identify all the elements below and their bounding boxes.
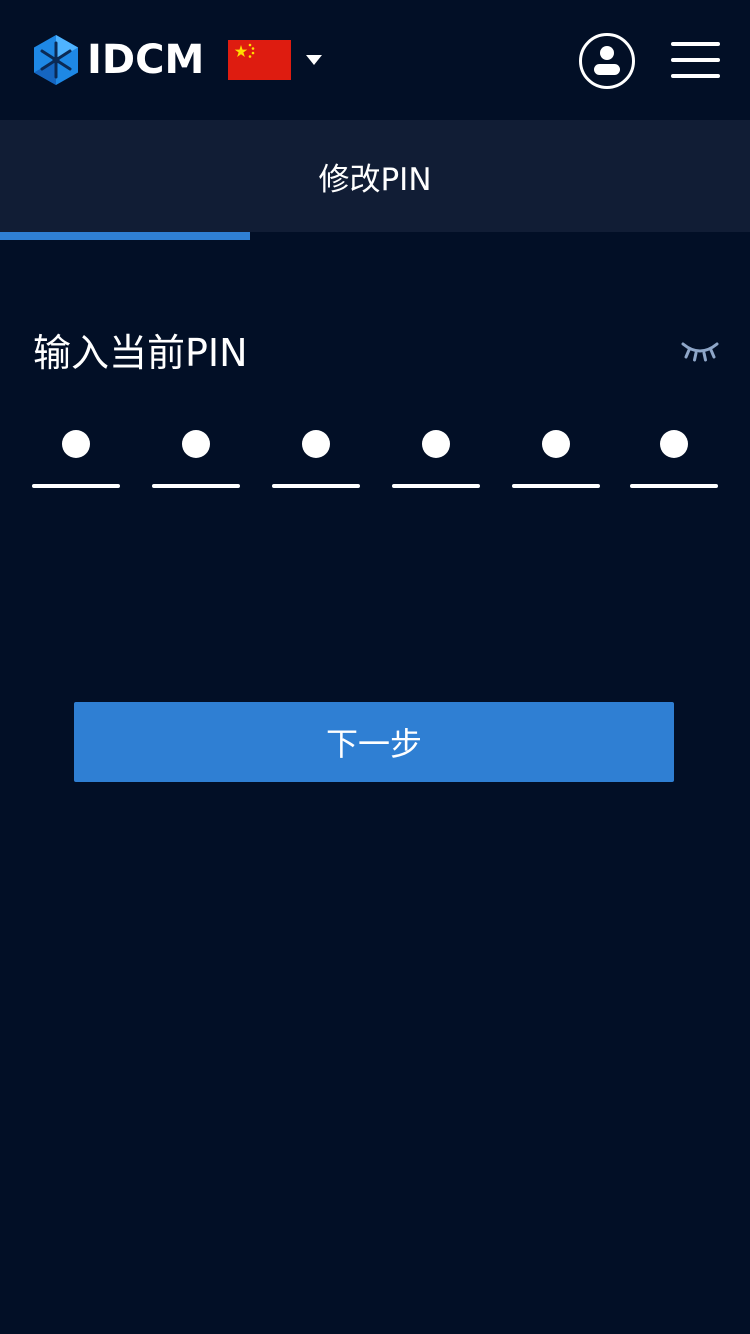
pin-input-group	[0, 420, 750, 500]
pin-underline	[512, 484, 600, 488]
pin-input-label: 输入当前PIN	[33, 331, 248, 375]
pin-digit-4[interactable]	[392, 420, 480, 490]
hamburger-menu-icon	[671, 42, 720, 46]
pin-dot	[62, 430, 90, 458]
hamburger-menu-icon-line	[671, 74, 720, 78]
pin-digit-2[interactable]	[152, 420, 240, 490]
caret-down-icon	[306, 55, 322, 65]
pin-underline	[152, 484, 240, 488]
pin-digit-1[interactable]	[32, 420, 120, 490]
idcm-logo-icon	[34, 35, 78, 85]
pin-dot	[422, 430, 450, 458]
pin-digit-5[interactable]	[512, 420, 600, 490]
pin-underline	[392, 484, 480, 488]
pin-dot	[182, 430, 210, 458]
eye-closed-icon	[681, 342, 719, 362]
user-icon	[594, 46, 620, 75]
hamburger-menu-icon-line	[671, 58, 720, 62]
pin-dot	[660, 430, 688, 458]
pin-underline	[32, 484, 120, 488]
top-navigation-bar: IDCM	[0, 0, 750, 120]
step-progress-bar	[0, 232, 750, 240]
tab-change-pin[interactable]: 修改PIN	[0, 120, 750, 232]
step-progress-fill	[0, 232, 250, 240]
tab-bar: 修改PIN	[0, 120, 750, 232]
pin-dot	[542, 430, 570, 458]
language-selector[interactable]	[228, 40, 322, 80]
pin-underline	[630, 484, 718, 488]
china-flag-icon	[228, 40, 291, 80]
idcm-logo[interactable]: IDCM	[33, 34, 213, 86]
pin-underline	[272, 484, 360, 488]
user-account-button[interactable]	[579, 33, 635, 89]
pin-digit-3[interactable]	[272, 420, 360, 490]
logo-text: IDCM	[87, 37, 205, 83]
pin-digit-6[interactable]	[630, 420, 718, 490]
toggle-pin-visibility-button[interactable]	[680, 338, 720, 364]
pin-dot	[302, 430, 330, 458]
next-step-button[interactable]: 下一步	[74, 702, 674, 782]
hamburger-menu-button[interactable]	[671, 42, 720, 80]
